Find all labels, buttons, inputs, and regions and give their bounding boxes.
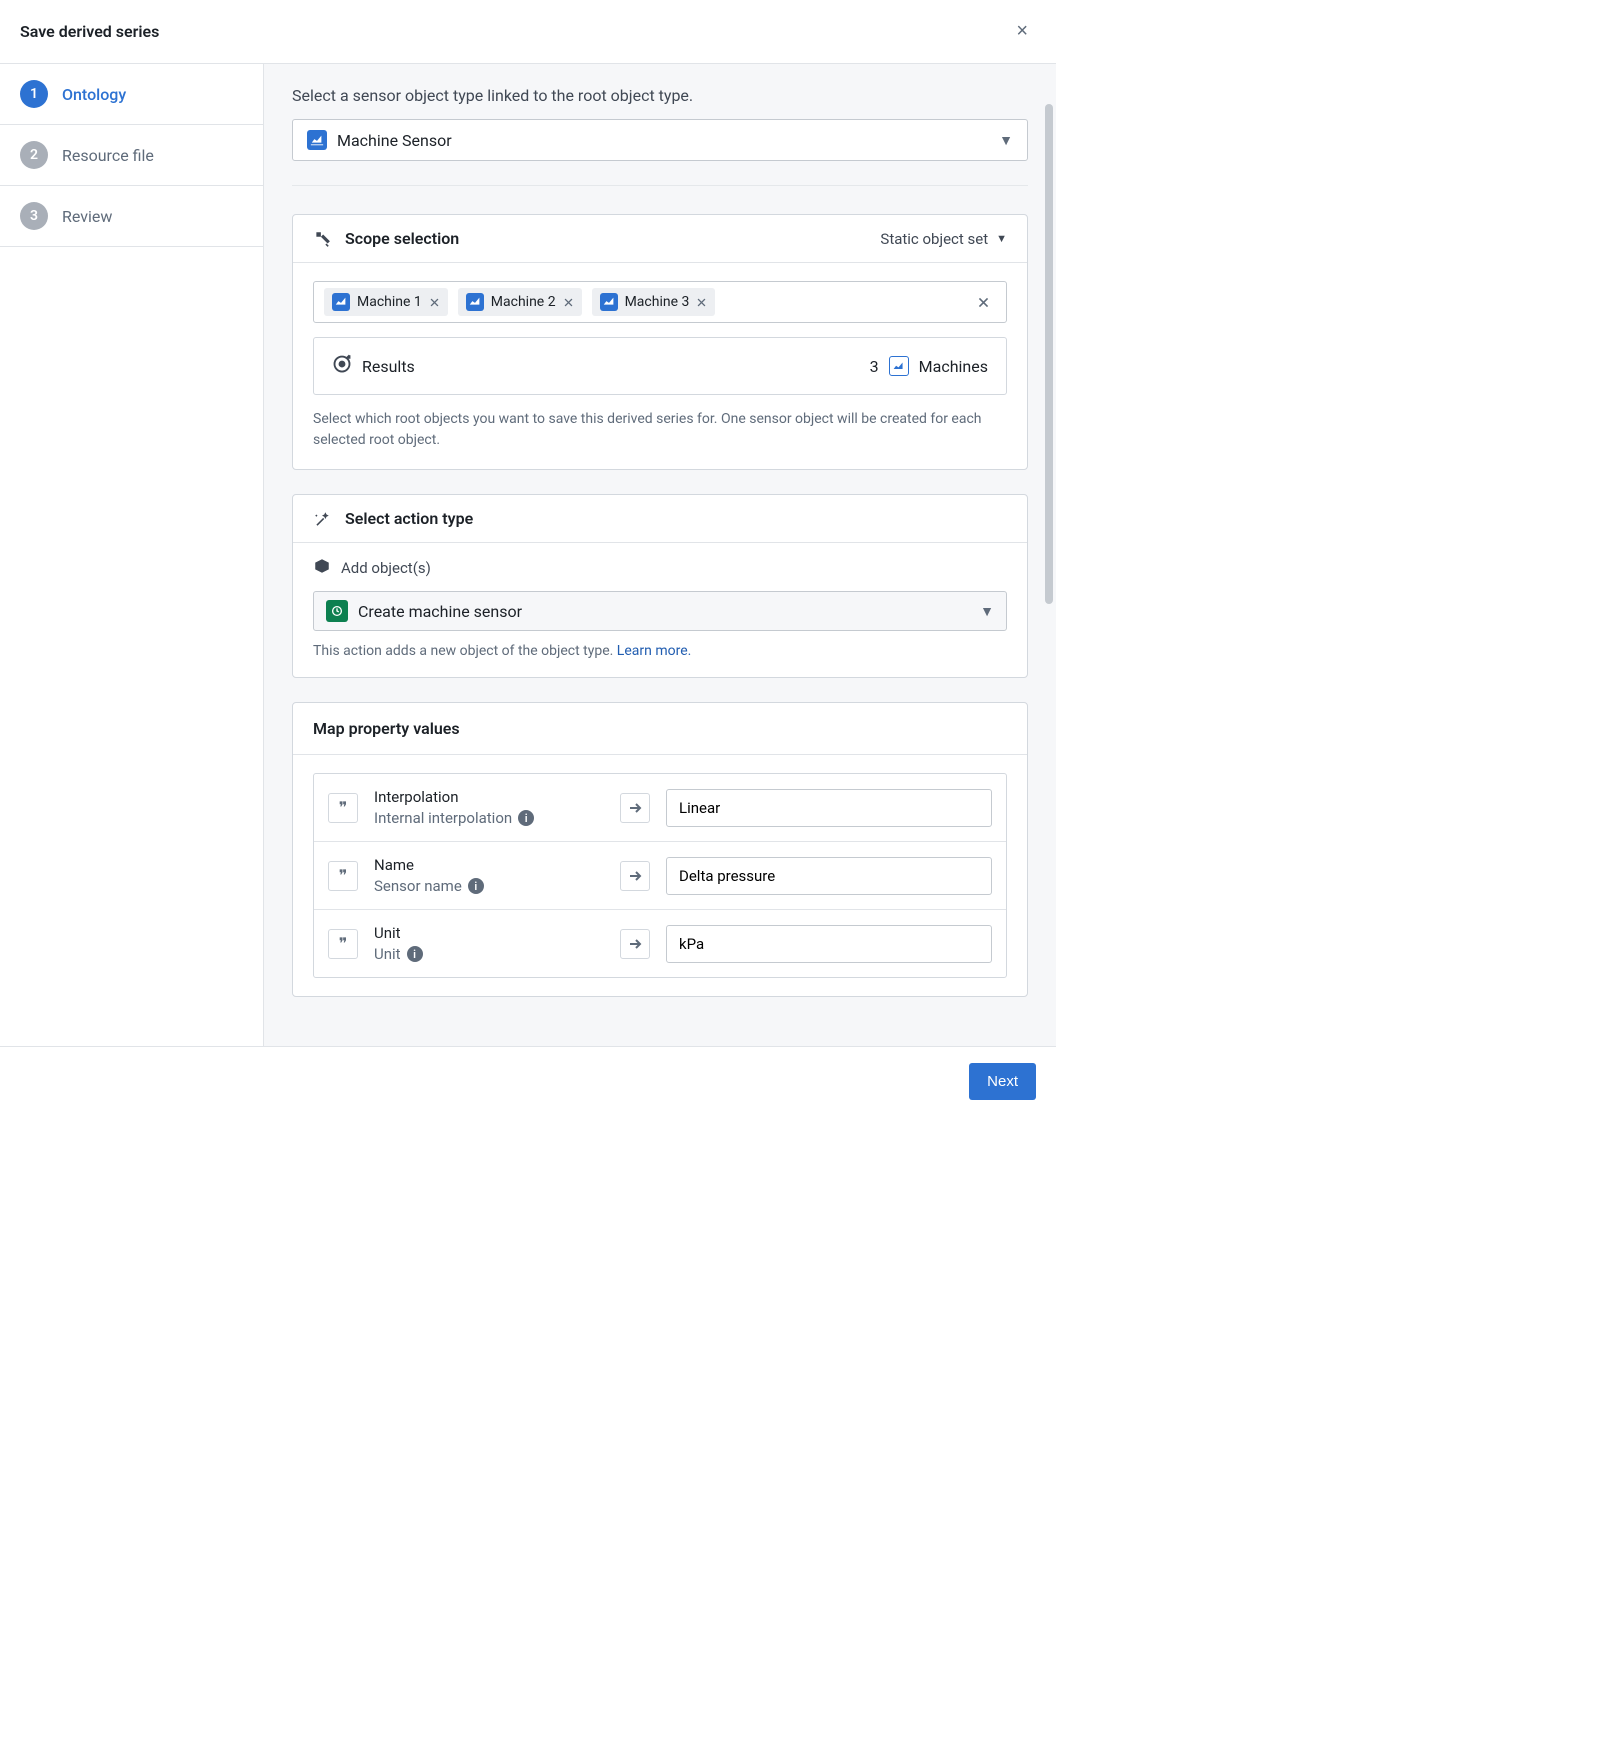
panel-body: Add object(s) Create machine sensor ▼: [293, 543, 1027, 677]
arrow-right-icon: [620, 861, 650, 891]
step-number: 3: [20, 202, 48, 230]
machine-icon: [332, 293, 350, 311]
map-container: ❞ Interpolation Internal interpolation i: [313, 773, 1007, 978]
map-rows: ❞ Interpolation Internal interpolation i: [293, 755, 1027, 996]
action-hint: This action adds a new object of the obj…: [313, 643, 1007, 659]
panel-header: Select action type: [293, 495, 1027, 543]
scope-icon: [313, 230, 331, 248]
caret-down-icon: ▼: [996, 232, 1007, 245]
interpolation-input[interactable]: [666, 789, 992, 827]
map-row-name: ❞ Name Sensor name i: [314, 841, 1006, 909]
info-icon[interactable]: i: [407, 946, 423, 962]
results-box: Results 3 Machines: [313, 337, 1007, 395]
step-label: Ontology: [62, 85, 126, 104]
machine-icon: [889, 356, 909, 376]
learn-more-link[interactable]: Learn more.: [617, 643, 692, 659]
tag-label: Machine 2: [491, 294, 556, 310]
dialog-title: Save derived series: [20, 22, 159, 41]
map-property-panel: Map property values ❞ Interpolation Inte…: [292, 702, 1028, 997]
target-icon: [332, 354, 352, 378]
panel-title: Select action type: [345, 509, 473, 528]
property-desc: Internal interpolation i: [374, 809, 604, 827]
clear-tags-button[interactable]: [971, 296, 996, 309]
scope-tag: Machine 1: [324, 288, 448, 316]
string-type-icon: ❞: [328, 793, 358, 823]
create-action-icon: [326, 600, 348, 622]
action-select-label: Create machine sensor: [358, 602, 522, 621]
property-name: Interpolation: [374, 788, 604, 806]
save-derived-series-dialog: Save derived series × 1 Ontology 2 Resou…: [0, 0, 1056, 1116]
tag-remove-button[interactable]: [429, 297, 440, 308]
info-icon[interactable]: i: [518, 810, 534, 826]
unit-input[interactable]: [666, 925, 992, 963]
results-type: Machines: [919, 357, 988, 376]
results-count: 3: [870, 357, 879, 376]
panel-header: Scope selection Static object set ▼: [293, 215, 1027, 263]
sensor-type-select[interactable]: Machine Sensor ▼: [292, 119, 1028, 161]
panel-body: Machine 1 Machine 2: [293, 263, 1027, 469]
step-label: Resource file: [62, 146, 154, 165]
panel-title: Scope selection: [345, 229, 459, 248]
tag-remove-button[interactable]: [696, 297, 707, 308]
wand-icon: [313, 510, 331, 528]
info-icon[interactable]: i: [468, 878, 484, 894]
map-row-unit: ❞ Unit Unit i: [314, 909, 1006, 977]
machine-icon: [466, 293, 484, 311]
close-button[interactable]: ×: [1008, 16, 1036, 47]
property-desc: Unit i: [374, 945, 604, 963]
name-input[interactable]: [666, 857, 992, 895]
scope-selection-panel: Scope selection Static object set ▼: [292, 214, 1028, 470]
main-area: Select a sensor object type linked to th…: [264, 64, 1056, 1046]
step-label: Review: [62, 207, 112, 226]
scope-tag: Machine 2: [458, 288, 582, 316]
string-type-icon: ❞: [328, 861, 358, 891]
scope-helper-text: Select which root objects you want to sa…: [313, 409, 1007, 451]
string-type-icon: ❞: [328, 929, 358, 959]
tag-label: Machine 3: [625, 294, 690, 310]
action-type-panel: Select action type Add object(s): [292, 494, 1028, 678]
stepper-sidebar: 1 Ontology 2 Resource file 3 Review: [0, 64, 264, 1046]
next-button[interactable]: Next: [969, 1063, 1036, 1100]
results-label: Results: [362, 357, 415, 376]
action-sub-label: Add object(s): [341, 559, 431, 577]
dialog-body: 1 Ontology 2 Resource file 3 Review Sele…: [0, 64, 1056, 1046]
sensor-type-label: Machine Sensor: [337, 131, 452, 150]
main-content: Select a sensor object type linked to th…: [264, 64, 1056, 1043]
action-subheader: Add object(s): [313, 557, 1007, 579]
tag-remove-button[interactable]: [563, 297, 574, 308]
arrow-right-icon: [620, 929, 650, 959]
tag-label: Machine 1: [357, 294, 422, 310]
arrow-right-icon: [620, 793, 650, 823]
step-ontology[interactable]: 1 Ontology: [0, 64, 263, 125]
caret-down-icon: ▼: [980, 603, 994, 620]
panel-title: Map property values: [293, 703, 1027, 755]
dialog-header: Save derived series ×: [0, 0, 1056, 64]
action-select[interactable]: Create machine sensor ▼: [313, 591, 1007, 631]
cube-plus-icon: [313, 557, 331, 579]
step-review[interactable]: 3 Review: [0, 186, 263, 247]
divider: [292, 185, 1028, 186]
chart-icon: [307, 130, 327, 150]
scope-tag: Machine 3: [592, 288, 716, 316]
map-row-interpolation: ❞ Interpolation Internal interpolation i: [314, 774, 1006, 841]
property-name: Name: [374, 856, 604, 874]
step-number: 2: [20, 141, 48, 169]
dialog-footer: Next: [0, 1046, 1056, 1116]
caret-down-icon: ▼: [999, 132, 1013, 149]
scope-mode-dropdown[interactable]: Static object set ▼: [880, 230, 1007, 248]
property-desc: Sensor name i: [374, 877, 604, 895]
scope-mode-label: Static object set: [880, 230, 988, 248]
property-name: Unit: [374, 924, 604, 942]
scrollbar[interactable]: [1045, 104, 1053, 604]
step-resource-file[interactable]: 2 Resource file: [0, 125, 263, 186]
machine-icon: [600, 293, 618, 311]
intro-text: Select a sensor object type linked to th…: [292, 86, 1028, 105]
step-number: 1: [20, 80, 48, 108]
scope-tags-input[interactable]: Machine 1 Machine 2: [313, 281, 1007, 323]
